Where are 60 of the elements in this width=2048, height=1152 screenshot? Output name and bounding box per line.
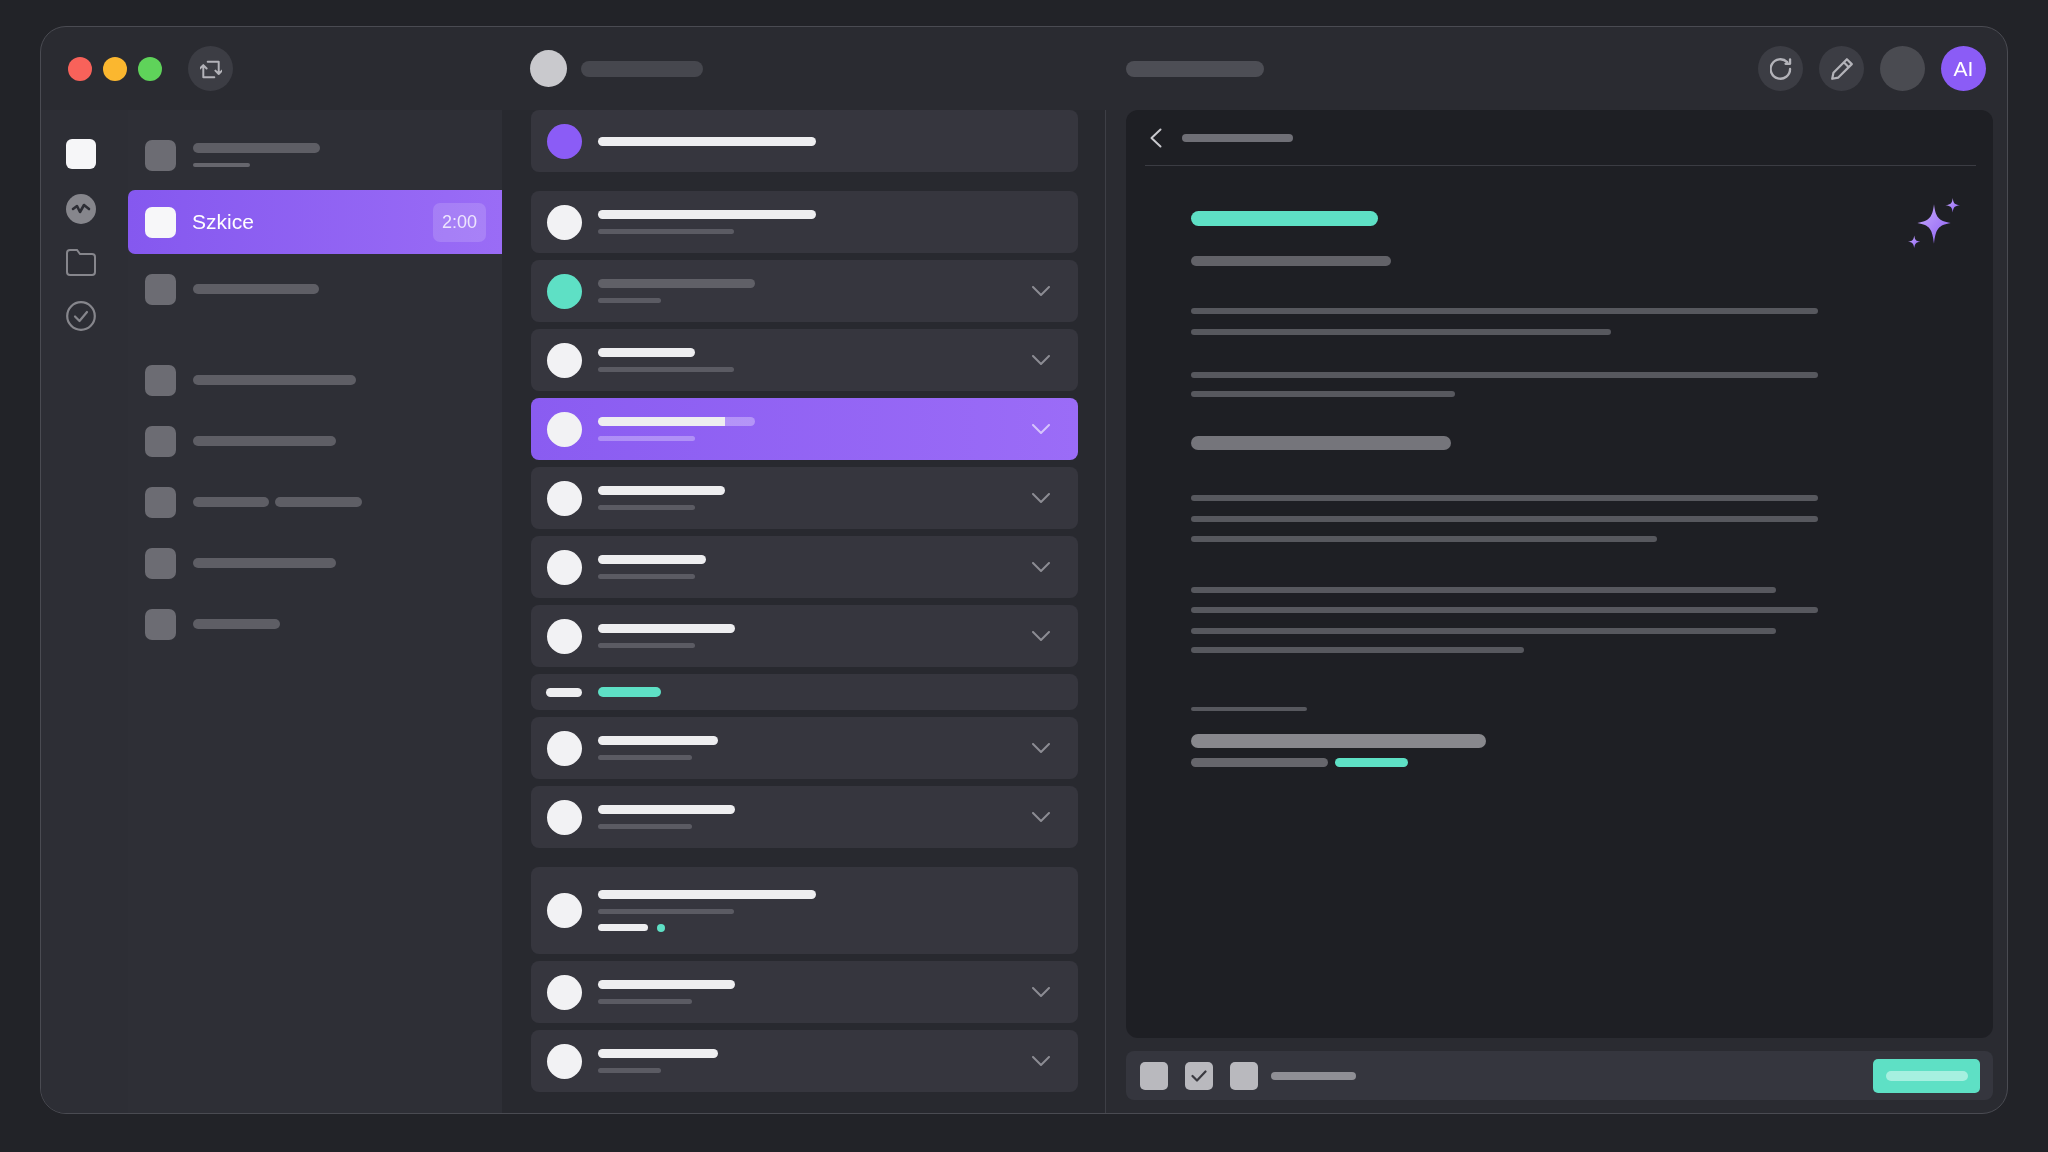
chevron-down-icon[interactable]: [1032, 631, 1050, 641]
check-icon: [1191, 1069, 1207, 1082]
refresh-button[interactable]: [1758, 46, 1803, 91]
list-card[interactable]: [531, 717, 1078, 779]
check-circle-icon[interactable]: [66, 301, 96, 331]
list-card[interactable]: [531, 867, 1078, 954]
list-card[interactable]: [531, 191, 1078, 253]
list-card[interactable]: [531, 786, 1078, 848]
toolbar-button[interactable]: [188, 46, 233, 91]
placeholder-line: [598, 924, 648, 931]
edit-button[interactable]: [1819, 46, 1864, 91]
square-icon: [145, 273, 176, 305]
placeholder-line: [193, 163, 250, 167]
square-icon: [145, 206, 176, 238]
sidebar-item[interactable]: Szkice 2:00: [128, 190, 502, 254]
avatar-button[interactable]: AI: [1941, 46, 1986, 91]
square-icon: [145, 547, 176, 579]
checkbox[interactable]: [1230, 1061, 1258, 1090]
square-icon: [145, 608, 176, 640]
chevron-down-icon[interactable]: [1032, 743, 1050, 753]
list-card[interactable]: [531, 961, 1078, 1023]
chevron-down-icon[interactable]: [1032, 493, 1050, 503]
activity-icon[interactable]: [66, 194, 96, 224]
avatar-icon: [530, 50, 567, 87]
list-card[interactable]: [531, 605, 1078, 667]
time-badge: 2:00: [432, 202, 486, 242]
maximize-button[interactable]: [138, 56, 162, 81]
list-card[interactable]: [531, 329, 1078, 391]
square-icon: [145, 364, 176, 396]
refresh-icon: [1769, 57, 1792, 80]
square-icon: [145, 425, 176, 457]
sparkle-icon: [1908, 198, 1960, 248]
checkbox[interactable]: [1140, 1061, 1168, 1090]
placeholder-line: [598, 1068, 661, 1073]
pencil-icon: [1830, 57, 1853, 80]
list-card[interactable]: [531, 674, 1078, 710]
chevron-down-icon[interactable]: [1032, 987, 1050, 997]
status-dot-icon: [657, 923, 665, 932]
square-icon: [145, 139, 176, 171]
back-icon[interactable]: [1150, 127, 1162, 148]
list-card[interactable]: [531, 260, 1078, 322]
placeholder-line: [598, 298, 661, 303]
chevron-down-icon[interactable]: [1032, 812, 1050, 822]
checkbox[interactable]: [1185, 1061, 1213, 1090]
list-card[interactable]: [531, 467, 1078, 529]
placeholder-line: [546, 687, 582, 697]
square-icon[interactable]: [66, 139, 96, 169]
folder-icon[interactable]: [66, 249, 96, 276]
chevron-down-icon[interactable]: [1032, 355, 1050, 365]
list-card[interactable]: [531, 1030, 1078, 1092]
chevron-down-icon[interactable]: [1032, 286, 1050, 296]
tag-placeholder: [598, 687, 661, 697]
close-button[interactable]: [68, 56, 92, 81]
action-button[interactable]: [1873, 1058, 1980, 1093]
square-icon: [145, 486, 176, 518]
minimize-button[interactable]: [103, 56, 127, 81]
list-card[interactable]: [531, 536, 1078, 598]
chevron-down-icon[interactable]: [1032, 562, 1050, 572]
chevron-down-icon[interactable]: [1032, 1056, 1050, 1066]
list-card[interactable]: [531, 110, 1078, 172]
